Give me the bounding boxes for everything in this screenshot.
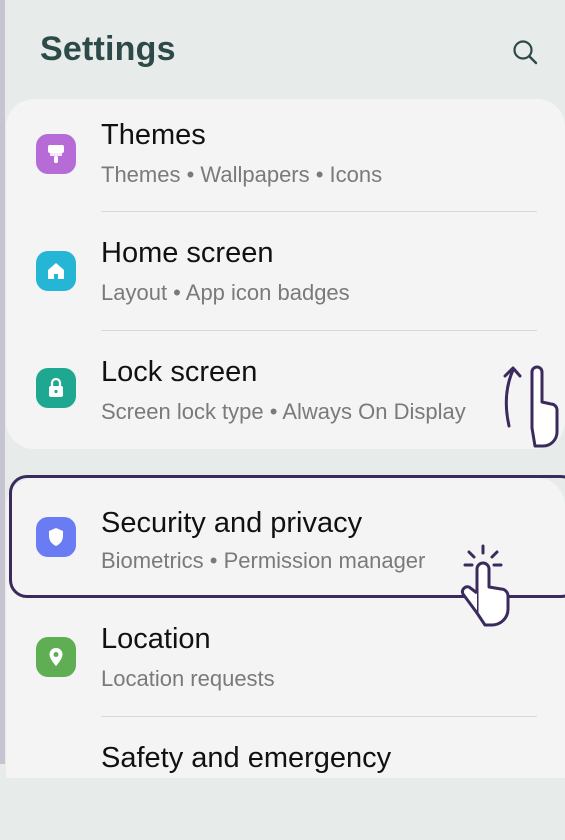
settings-item-safety-emergency[interactable]: Safety and emergency [6, 722, 565, 840]
swipe-up-gesture-icon [495, 358, 565, 458]
item-title: Home screen [101, 237, 274, 269]
item-title: Lock screen [101, 356, 258, 388]
divider [101, 716, 537, 717]
divider [101, 330, 537, 331]
themes-icon [36, 134, 76, 174]
settings-item-home-screen[interactable]: Home screen Layout • App icon badges [6, 217, 565, 335]
item-title: Safety and emergency [101, 742, 392, 774]
location-icon [36, 637, 76, 677]
item-subtitle: Layout • App icon badges [101, 280, 350, 305]
item-subtitle: Themes • Wallpapers • Icons [101, 162, 383, 187]
item-title: Themes [101, 119, 206, 151]
divider [101, 211, 537, 212]
item-title: Location [101, 623, 211, 655]
search-icon[interactable] [509, 36, 543, 70]
lock-icon [36, 368, 76, 408]
settings-item-lock-screen[interactable]: Lock screen Screen lock type • Always On… [6, 336, 565, 454]
window-edge [0, 0, 5, 764]
settings-item-themes[interactable]: Themes Themes • Wallpapers • Icons [6, 99, 565, 217]
page-title: Settings [40, 30, 176, 68]
item-subtitle: Location requests [101, 666, 275, 691]
tap-gesture-icon [455, 543, 525, 638]
item-subtitle: Screen lock type • Always On Display [101, 399, 466, 424]
settings-header: Settings [40, 30, 545, 80]
home-icon [36, 251, 76, 291]
settings-group-display: Themes Themes • Wallpapers • Icons Home … [6, 99, 565, 449]
